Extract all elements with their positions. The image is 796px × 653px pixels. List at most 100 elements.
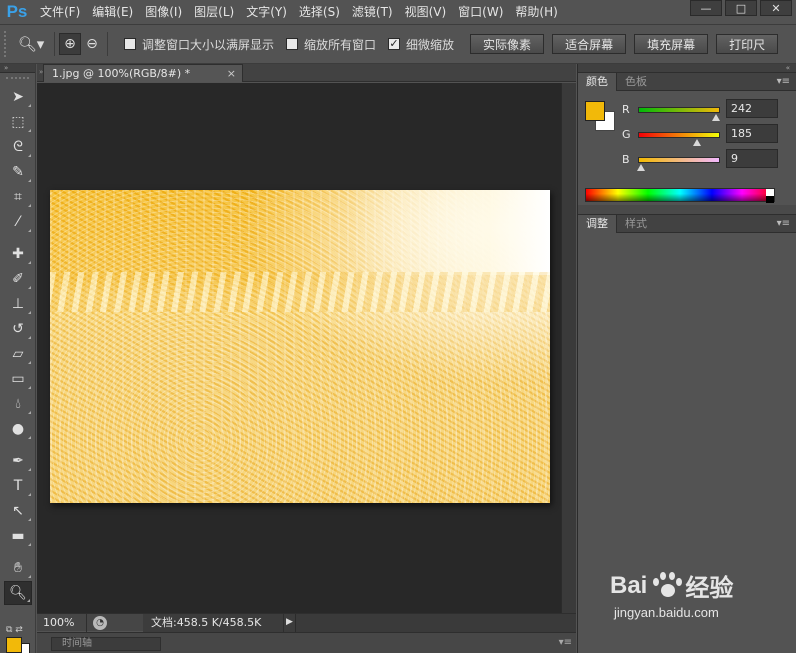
resize-windows-checkbox[interactable]: 调整窗口大小以满屏显示 [124,36,274,53]
timeline-menu-icon[interactable]: ▾≡ [559,637,572,648]
actual-pixels-button[interactable]: 实际像素 [470,34,545,54]
timeline-tab[interactable]: 时间轴 [51,637,161,651]
zoom-level-field[interactable]: 100% [37,613,87,632]
zoom-tool-preset-icon[interactable]: 🔍︎▾ [12,32,50,56]
panel-menu-icon[interactable]: ▾≡ [777,215,790,233]
tab-swatches[interactable]: 色板 [617,73,655,91]
close-document-icon[interactable]: × [227,65,236,82]
horizontal-scrollbar[interactable] [295,613,576,632]
menu-bar: Ps 文件(F) 编辑(E) 图像(I) 图层(L) 文字(Y) 选择(S) 滤… [0,0,796,24]
hand-tool-icon[interactable]: ✋︎ [4,556,32,580]
document-tab-title: 1.jpg @ 100%(RGB/8#) * [52,67,191,80]
status-info-icon[interactable]: ◔ [93,615,107,630]
green-slider-thumb[interactable] [693,139,702,146]
red-label: R [622,103,630,116]
lasso-tool-icon[interactable]: ᘓ [4,135,32,159]
red-value-input[interactable]: 242 [726,99,778,118]
canvas-area[interactable] [37,83,561,613]
color-panel: R 242 G 185 B 9 [578,91,796,205]
menu-layer[interactable]: 图层(L) [188,0,240,24]
tool-group-gap [0,235,35,241]
marquee-tool-icon[interactable]: ⬚ [4,110,32,134]
tab-color[interactable]: 颜色 [578,73,617,91]
checkbox-box[interactable] [286,38,299,50]
menu-file[interactable]: 文件(F) [34,0,86,24]
red-slider[interactable] [638,107,720,113]
green-label: G [622,128,631,141]
swap-colors-icon[interactable]: ⧉ ⇄ [6,625,23,635]
options-grip[interactable] [4,31,12,57]
print-size-button[interactable]: 打印尺 [716,34,779,54]
tab-styles[interactable]: 样式 [617,215,655,233]
gradient-tool-icon[interactable]: ▭ [4,367,32,391]
divider [107,32,108,56]
color-swatches[interactable]: ⧉ ⇄ [4,625,34,653]
blue-value-input[interactable]: 9 [726,149,778,168]
menu-select[interactable]: 选择(S) [293,0,346,24]
path-select-tool-icon[interactable]: ↖ [4,499,32,523]
options-bar: 🔍︎▾ ⊕ ⊖ 调整窗口大小以满屏显示 缩放所有窗口 ✓ 细微缩放 实际像素 适… [0,24,796,64]
move-tool-icon[interactable]: ➤ [4,85,32,109]
red-slider-row: R 242 [622,99,792,123]
tools-grip[interactable] [6,77,29,83]
menu-type[interactable]: 文字(Y) [240,0,293,24]
blur-tool-icon[interactable]: 💧︎ [4,392,32,416]
fill-screen-button[interactable]: 填充屏幕 [634,34,709,54]
history-brush-tool-icon[interactable]: ↺ [4,317,32,341]
red-slider-thumb[interactable] [711,114,720,121]
crop-tool-icon[interactable]: ⌗ [4,185,32,209]
rectangle-tool-icon[interactable]: ▬ [4,524,32,548]
document-image[interactable] [50,190,550,503]
color-spectrum-ramp[interactable] [585,188,775,203]
fit-screen-button[interactable]: 适合屏幕 [552,34,627,54]
tab-adjustments[interactable]: 调整 [578,215,617,233]
eraser-tool-icon[interactable]: ▱ [4,342,32,366]
blue-slider-row: B 9 [622,149,792,173]
image-texture-band [50,272,550,312]
blue-slider[interactable] [638,157,720,163]
photoshop-logo: Ps [6,2,28,21]
black-white-swatch[interactable] [766,189,774,203]
document-tab[interactable]: 1.jpg @ 100%(RGB/8#) * × [43,64,243,82]
watermark-brand-right: 经验 [685,575,734,602]
menu-view[interactable]: 视图(V) [399,0,453,24]
vertical-scrollbar[interactable] [561,83,576,613]
brush-tool-icon[interactable]: ✐ [4,267,32,291]
healing-brush-tool-icon[interactable]: ✚ [4,242,32,266]
clone-stamp-tool-icon[interactable]: ⊥ [4,292,32,316]
menu-window[interactable]: 窗口(W) [452,0,509,24]
document-size-info: 文档:458.5 K/458.5K [143,613,283,632]
zoom-tool-icon[interactable]: 🔍︎ [4,581,32,605]
quick-select-tool-icon[interactable]: ✎ [4,160,32,184]
close-button[interactable]: ✕ [760,0,792,16]
zoom-all-windows-checkbox[interactable]: 缩放所有窗口 [286,36,376,53]
pen-tool-icon[interactable]: ✒ [4,449,32,473]
menu-filter[interactable]: 滤镜(T) [346,0,399,24]
scrubby-zoom-checkbox[interactable]: ✓ 细微缩放 [388,36,454,53]
watermark-url: jingyan.baidu.com [614,605,719,620]
adjustments-panel-tabs: 调整 样式 ▾≡ [578,215,796,233]
blue-slider-thumb[interactable] [636,164,645,171]
menu-image[interactable]: 图像(I) [139,0,188,24]
menu-help[interactable]: 帮助(H) [509,0,563,24]
dodge-tool-icon[interactable]: ● [4,417,32,441]
zoom-out-icon[interactable]: ⊖ [81,33,103,55]
panel-menu-icon[interactable]: ▾≡ [777,73,790,91]
checkbox-box[interactable] [124,38,136,50]
status-menu-arrow-icon[interactable]: ▶ [283,613,295,632]
zoom-in-icon[interactable]: ⊕ [59,33,81,55]
menu-edit[interactable]: 编辑(E) [86,0,139,24]
type-tool-icon[interactable]: T [4,474,32,498]
tools-panel: » ➤ ⬚ ᘓ ✎ ⌗ ⁄ ✚ ✐ ⊥ ↺ ▱ ▭ 💧︎ ● ✒ T ↖ ▬ ✋… [0,64,36,653]
foreground-color-swatch[interactable] [6,637,22,653]
eyedropper-tool-icon[interactable]: ⁄ [4,210,32,234]
green-slider[interactable] [638,132,720,138]
panel-collapse-icon[interactable]: « [578,64,796,73]
blue-label: B [622,153,630,166]
tools-panel-collapse-icon[interactable]: » [0,64,35,73]
foreground-color-chip[interactable] [585,101,605,121]
maximize-button[interactable]: □ [725,0,757,16]
green-value-input[interactable]: 185 [726,124,778,143]
checkbox-box-checked[interactable]: ✓ [388,38,401,50]
minimize-button[interactable]: — [690,0,722,16]
